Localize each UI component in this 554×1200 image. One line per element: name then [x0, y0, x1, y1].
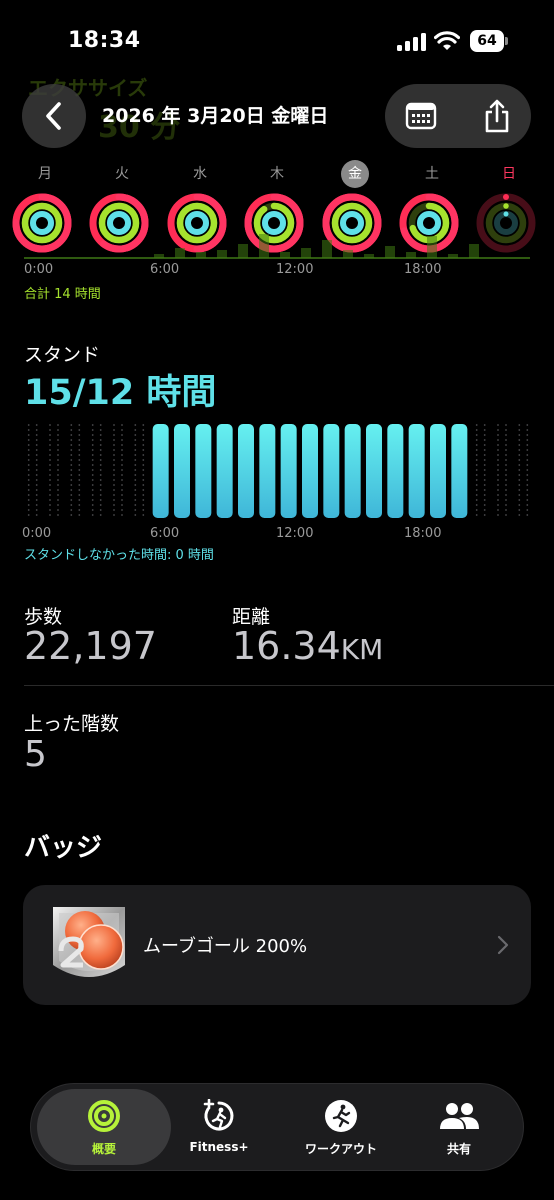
stand-bar	[216, 424, 233, 518]
day-label: 金	[341, 160, 369, 188]
status-time: 18:34	[68, 28, 141, 53]
hour-bar	[301, 248, 311, 258]
hour-label: 0:00	[24, 262, 54, 277]
tab-label: Fitness+	[189, 1140, 249, 1154]
day-label: 火	[115, 166, 129, 182]
floors-title: 上った階数	[24, 713, 120, 735]
stand-hour-label: 0:00	[22, 526, 52, 541]
stand-bar	[366, 424, 382, 518]
hour-bar	[448, 254, 458, 258]
activity-rings-icon	[88, 1100, 120, 1132]
day-label: 土	[425, 166, 439, 182]
running-figure-icon	[325, 1100, 357, 1132]
hour-bar	[238, 244, 248, 258]
share-icon	[485, 99, 509, 133]
day-label: 木	[270, 166, 284, 182]
calendar-icon	[405, 102, 437, 130]
stand-hour-label: 12:00	[276, 526, 314, 541]
stand-bar	[195, 424, 212, 518]
chevron-right-icon	[497, 935, 509, 955]
badges-title: バッジ	[24, 833, 103, 863]
tab-bar: 概要 Fitness+ ワークアウト 共有	[30, 1083, 524, 1171]
hour-bar	[343, 250, 353, 258]
hour-bar	[175, 248, 185, 258]
stand-bar	[323, 424, 340, 518]
tab-label: 概要	[91, 1142, 116, 1156]
hour-bar	[196, 252, 206, 258]
hour-bar	[154, 254, 164, 258]
exercise-total-label: 合計 14 時間	[24, 287, 101, 302]
back-button[interactable]	[22, 84, 86, 148]
tab-sharing[interactable]: 共有	[397, 1084, 521, 1170]
stand-bar	[430, 424, 446, 518]
stand-hours-chart	[27, 424, 529, 518]
distance-unit: KM	[340, 633, 384, 666]
stand-title: スタンド	[24, 344, 101, 366]
hourly-activity-chart	[24, 234, 530, 259]
hour-bar	[280, 252, 290, 258]
calendar-button[interactable]	[395, 90, 447, 142]
stand-hour-label: 18:00	[404, 526, 442, 541]
stand-bar	[152, 424, 169, 518]
badge-card[interactable]: ムーブゴール 200%	[23, 885, 531, 1005]
hour-label: 18:00	[404, 262, 442, 277]
fitness-plus-icon	[203, 1099, 234, 1131]
tab-workouts[interactable]: ワークアウト	[279, 1084, 403, 1170]
hour-bar	[364, 254, 374, 258]
distance-number: 16.34	[232, 624, 341, 668]
stand-bar	[408, 424, 425, 518]
stand-bar	[174, 424, 190, 518]
battery-indicator: 64	[470, 30, 508, 52]
battery-level: 64	[470, 30, 504, 52]
hour-bar	[427, 236, 437, 258]
floors-value: 5	[24, 734, 47, 775]
status-bar: 18:34 64	[0, 0, 554, 80]
header-actions	[385, 84, 531, 148]
stand-hour-label: 6:00	[150, 526, 180, 541]
cellular-signal-icon	[397, 33, 426, 51]
stand-bar	[387, 424, 404, 518]
tab-label: ワークアウト	[304, 1142, 377, 1156]
ring-start-dot	[503, 203, 509, 209]
ring-start-dot	[503, 211, 509, 217]
hour-bar	[259, 234, 269, 258]
hour-bar	[217, 250, 227, 258]
stand-hour-axis: 0:00 6:00 12:00 18:00	[22, 526, 530, 542]
wifi-icon	[434, 31, 460, 50]
badge-label: ムーブゴール 200%	[143, 936, 308, 957]
hour-bar	[322, 240, 332, 258]
tab-label: 共有	[446, 1142, 471, 1156]
distance-value: 16.34KM	[232, 624, 383, 668]
tab-fitness-plus[interactable]: Fitness+	[157, 1084, 281, 1170]
people-icon	[440, 1103, 479, 1129]
battery-tip	[505, 37, 508, 45]
hour-label: 6:00	[150, 262, 180, 277]
chevron-left-icon	[46, 102, 61, 130]
day-label: 月	[38, 166, 52, 182]
stand-value: 15/12 時間	[24, 373, 217, 413]
stand-bar	[344, 424, 361, 518]
move-goal-badge-icon	[53, 907, 125, 977]
hour-label: 12:00	[276, 262, 314, 277]
stand-bar	[451, 424, 468, 518]
stand-bar	[280, 424, 297, 518]
steps-value: 22,197	[24, 624, 157, 668]
hour-axis: 0:00 6:00 12:00 18:00	[24, 262, 530, 278]
share-button[interactable]	[471, 90, 523, 142]
tab-summary[interactable]: 概要	[37, 1089, 171, 1165]
hour-bar	[469, 244, 479, 258]
page-title-date: 2026 年 3月20日 金曜日	[102, 105, 329, 127]
stand-bar	[302, 424, 318, 518]
hour-bar	[385, 246, 395, 258]
stand-bar	[259, 424, 276, 518]
stand-footer: スタンドしなかった時間: 0 時間	[24, 548, 214, 563]
day-label: 日	[502, 166, 516, 182]
day-label: 水	[193, 166, 207, 182]
divider	[24, 685, 554, 686]
hour-bar	[406, 252, 416, 258]
ring-start-dot	[503, 194, 509, 200]
stand-bar	[238, 424, 254, 518]
